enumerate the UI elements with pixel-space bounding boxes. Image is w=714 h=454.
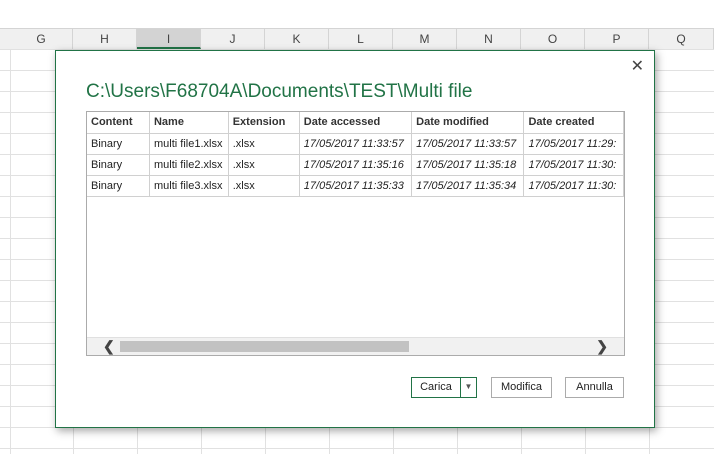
table-row[interactable]: Binary multi file1.xlsx .xlsx 17/05/2017… [87, 133, 624, 155]
column-header-g[interactable]: G [10, 29, 73, 49]
carica-dropdown-icon[interactable]: ▼ [460, 377, 477, 398]
scrollbar-thumb[interactable] [120, 341, 409, 352]
cell-date-modified: 17/05/2017 11:35:34 [411, 175, 525, 197]
table-row[interactable]: Binary multi file2.xlsx .xlsx 17/05/2017… [87, 154, 624, 176]
table-header-row: Content Name Extension Date accessed Dat… [87, 112, 624, 134]
column-header-date-created[interactable]: Date created [523, 112, 624, 134]
column-header-content[interactable]: Content [87, 112, 150, 134]
cell-name: multi file3.xlsx [149, 175, 229, 197]
column-header-bar: G H I J K L M N O P Q [0, 28, 714, 50]
file-table-container: Content Name Extension Date accessed Dat… [86, 111, 625, 356]
cell-date-accessed: 17/05/2017 11:35:16 [299, 154, 413, 176]
cell-extension: .xlsx [228, 133, 300, 155]
column-header-o[interactable]: O [521, 29, 585, 49]
cell-content: Binary [87, 154, 150, 176]
horizontal-scrollbar[interactable]: ❮ ❯ [87, 337, 624, 355]
column-header-n[interactable]: N [457, 29, 521, 49]
carica-button[interactable]: Carica [411, 377, 461, 398]
close-icon[interactable]: ✕ [631, 56, 644, 76]
column-header-p[interactable]: P [585, 29, 649, 49]
dialog-title: C:\Users\F68704A\Documents\TEST\Multi fi… [86, 81, 473, 102]
column-header-date-modified[interactable]: Date modified [411, 112, 525, 134]
cell-content: Binary [87, 133, 150, 155]
cell-date-modified: 17/05/2017 11:33:57 [411, 133, 525, 155]
table-row[interactable]: Binary multi file3.xlsx .xlsx 17/05/2017… [87, 175, 624, 197]
scroll-left-icon[interactable]: ❮ [103, 337, 115, 355]
cell-extension: .xlsx [228, 154, 300, 176]
cell-date-accessed: 17/05/2017 11:33:57 [299, 133, 413, 155]
cell-name: multi file2.xlsx [149, 154, 229, 176]
column-header-date-accessed[interactable]: Date accessed [299, 112, 413, 134]
cell-name: multi file1.xlsx [149, 133, 229, 155]
cell-date-modified: 17/05/2017 11:35:18 [411, 154, 525, 176]
scroll-right-icon[interactable]: ❯ [596, 337, 608, 355]
file-table: Content Name Extension Date accessed Dat… [87, 112, 624, 197]
column-header-i[interactable]: I [137, 29, 201, 49]
column-header-k[interactable]: K [265, 29, 329, 49]
column-header-m[interactable]: M [393, 29, 457, 49]
cell-date-created: 17/05/2017 11:30: [523, 175, 624, 197]
column-header-name[interactable]: Name [149, 112, 229, 134]
folder-preview-dialog: ✕ C:\Users\F68704A\Documents\TEST\Multi … [55, 50, 655, 428]
column-header-j[interactable]: J [201, 29, 265, 49]
grid-line [10, 49, 11, 454]
column-header-q[interactable]: Q [649, 29, 714, 49]
modifica-button[interactable]: Modifica [491, 377, 552, 398]
cell-content: Binary [87, 175, 150, 197]
cell-date-accessed: 17/05/2017 11:35:33 [299, 175, 413, 197]
cell-date-created: 17/05/2017 11:30: [523, 154, 624, 176]
column-header-l[interactable]: L [329, 29, 393, 49]
ribbon-area [0, 0, 714, 20]
cell-date-created: 17/05/2017 11:29: [523, 133, 624, 155]
cell-extension: .xlsx [228, 175, 300, 197]
annulla-button[interactable]: Annulla [565, 377, 624, 398]
column-header-extension[interactable]: Extension [228, 112, 300, 134]
column-header-h[interactable]: H [73, 29, 137, 49]
